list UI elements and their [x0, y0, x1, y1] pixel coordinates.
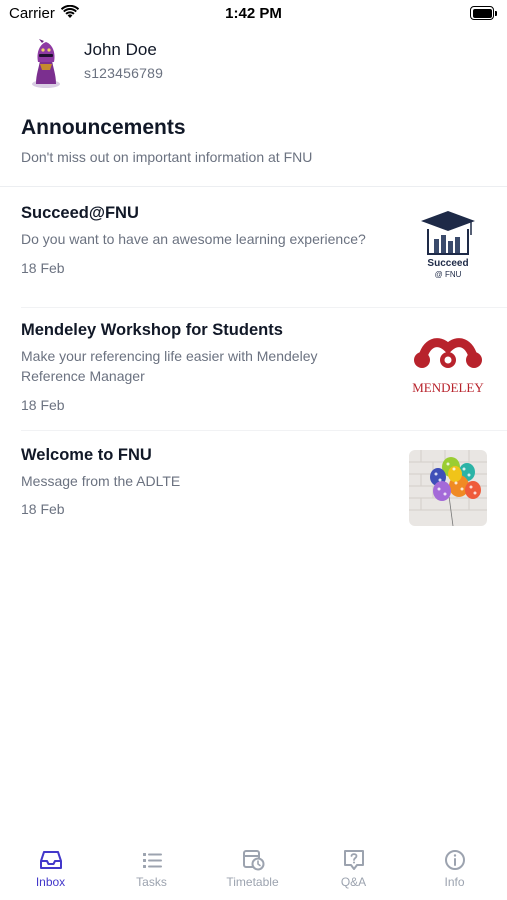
announcement-date: 18 Feb — [21, 260, 65, 276]
page-subtitle: Don't miss out on important information … — [21, 149, 313, 165]
announcement-body: Do you want to have an awesome learning … — [21, 231, 366, 247]
announcement-title: Succeed@FNU — [21, 204, 139, 222]
question-bubble-icon — [341, 848, 367, 872]
tab-qa[interactable]: Q&A — [303, 836, 404, 896]
inbox-icon — [38, 848, 64, 872]
announcement-date: 18 Feb — [21, 397, 65, 413]
announcement-title: Mendeley Workshop for Students — [21, 321, 283, 339]
tab-label: Q&A — [340, 875, 367, 889]
tab-label: Timetable — [226, 875, 279, 889]
succeed-logo-subtext: @ FNU — [435, 270, 462, 279]
avatar[interactable] — [22, 38, 70, 90]
announcement-item-welcome[interactable]: Welcome to FNU Message from the ADLTE 18… — [0, 431, 507, 531]
list-icon — [139, 848, 165, 872]
tab-tasks[interactable]: Tasks — [101, 836, 202, 896]
page-title: Announcements — [21, 116, 186, 139]
announcement-body: Message from the ADLTE — [21, 473, 181, 489]
tab-label: Tasks — [136, 875, 167, 889]
tab-label: Inbox — [35, 875, 66, 889]
announcement-item-mendeley[interactable]: Mendeley Workshop for Students Make your… — [0, 308, 507, 430]
calendar-clock-icon — [240, 848, 266, 872]
announcement-item-succeed[interactable]: Succeed@FNU Do you want to have an aweso… — [0, 187, 507, 307]
profile-name: John Doe — [84, 40, 157, 59]
announcement-date: 18 Feb — [21, 501, 65, 517]
succeed-logo-thumbnail: Succeed @ FNU — [413, 209, 483, 283]
tab-timetable[interactable]: Timetable — [202, 836, 303, 896]
app-screen: Carrier 1:42 PM John Doe s123456789 Anno… — [0, 0, 507, 900]
balloons-image-thumbnail — [409, 450, 487, 526]
tab-inbox[interactable]: Inbox — [0, 836, 101, 896]
battery-icon — [470, 6, 497, 20]
tab-info[interactable]: Info — [404, 836, 505, 896]
mendeley-logo-text: MENDELEY — [412, 380, 484, 395]
succeed-logo-text: Succeed — [427, 258, 468, 269]
announcement-body: Make your referencing life easier with M… — [21, 348, 318, 384]
bottom-tab-bar: Inbox Tasks Timetable Q&A Info — [0, 836, 507, 900]
mendeley-logo-thumbnail: MENDELEY — [408, 330, 488, 400]
student-id: s123456789 — [84, 65, 164, 81]
clock: 1:42 PM — [225, 5, 282, 22]
announcement-title: Welcome to FNU — [21, 446, 152, 464]
tab-label: Info — [444, 875, 465, 889]
info-icon — [442, 848, 468, 872]
status-bar: Carrier 1:42 PM — [0, 0, 507, 28]
profile-header[interactable]: John Doe s123456789 — [22, 38, 482, 90]
